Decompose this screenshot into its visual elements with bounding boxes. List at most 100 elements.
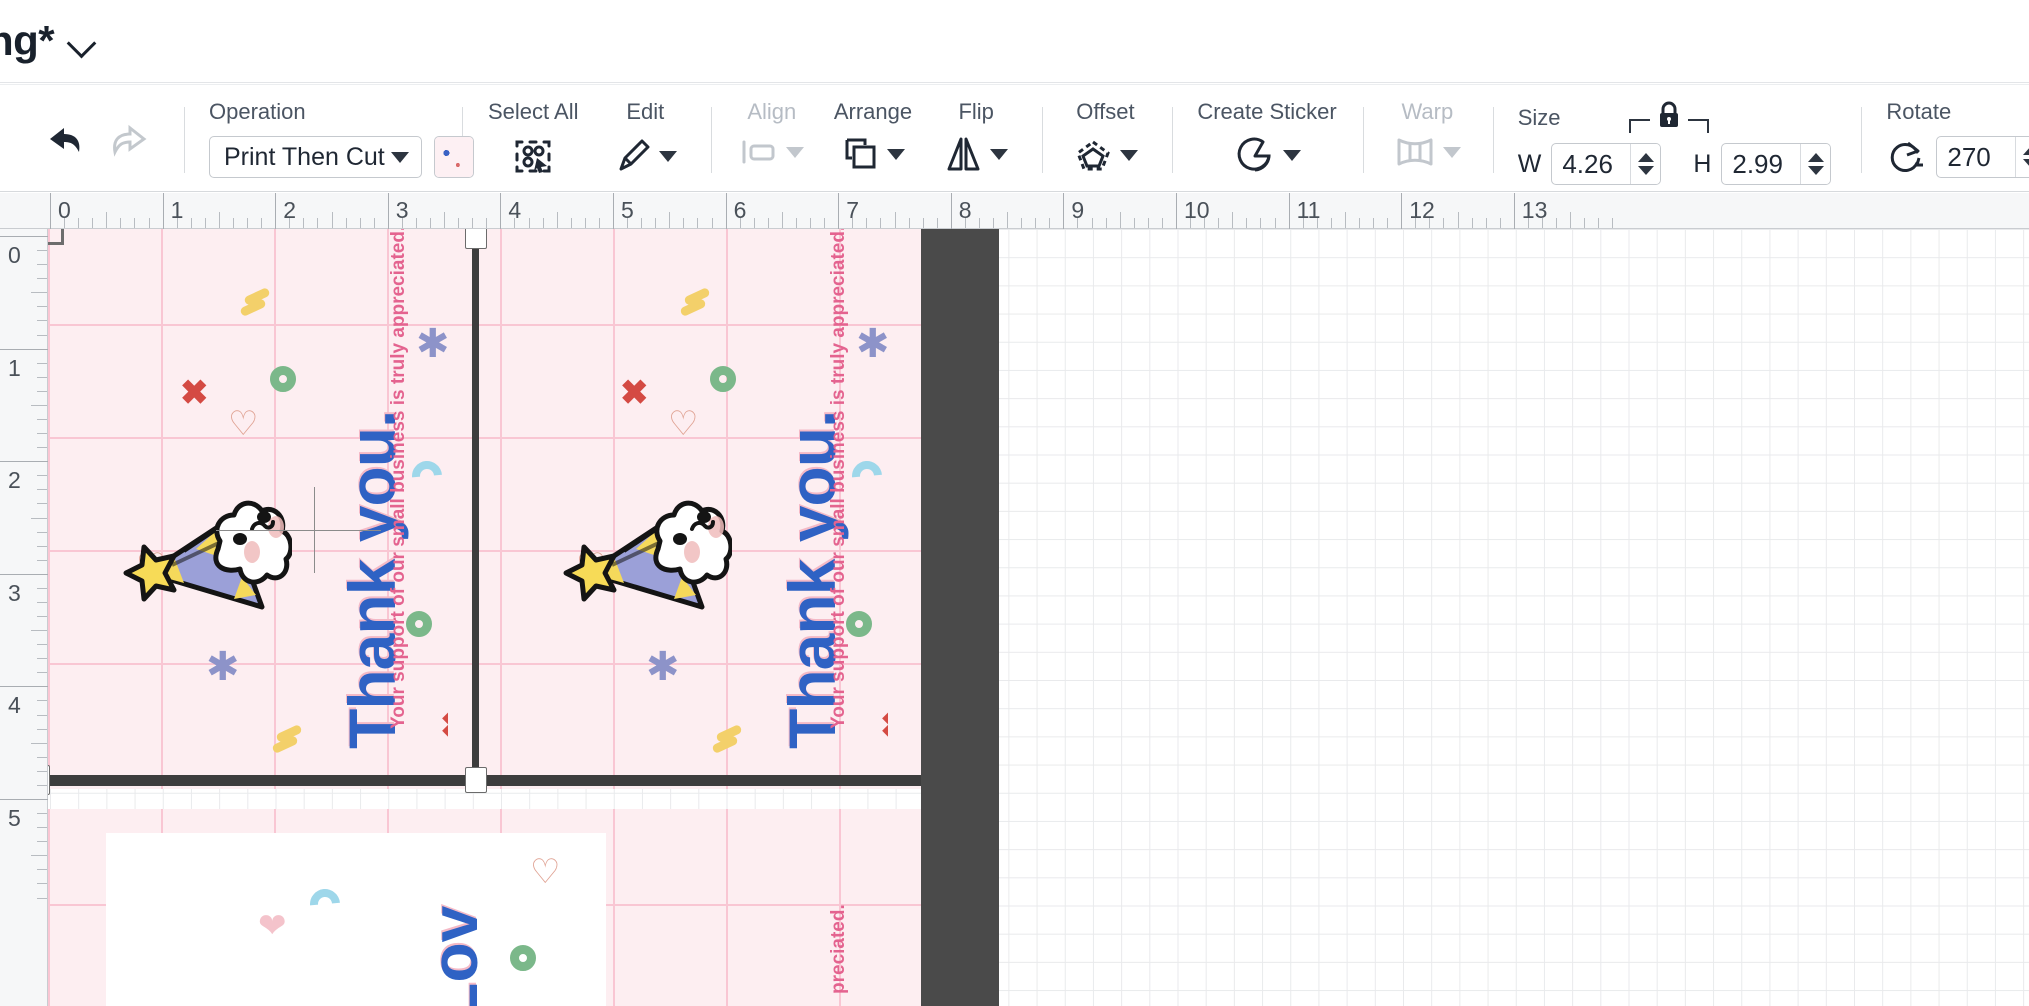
rotate-field[interactable] [1936, 136, 2029, 178]
ruler-label: 0 [8, 242, 21, 268]
ruler-label: 1 [8, 354, 21, 381]
ruler-tick-minor [683, 218, 685, 228]
ruler-tick-minor [37, 362, 47, 364]
ruler-tick-minor [37, 728, 47, 730]
sticker-card-2[interactable]: ✖ ♡ ♡ ✱ ✱ ✖ [488, 229, 888, 784]
confetti-ring [710, 366, 736, 392]
chevron-down-icon[interactable] [1120, 149, 1139, 161]
rotate-input[interactable] [1937, 137, 2016, 177]
selection-handle-bottom[interactable] [465, 767, 487, 793]
confetti-ring [270, 366, 296, 392]
horizontal-ruler[interactable]: 0 1 2 3 4 5 6 7 8 9 10 11 12 13 [0, 193, 2029, 229]
ruler-tick-major [0, 573, 48, 575]
warp-icon [1393, 136, 1437, 168]
rotate-stepper[interactable] [2015, 137, 2029, 177]
design-canvas[interactable]: ❤ ♡ ✖ Lov ✖ ♡ ♡ ✱ ✱ ✖ [48, 229, 2029, 1006]
selection-handle-top[interactable] [465, 229, 487, 249]
ruler-tick-minor [810, 218, 812, 228]
ruler-tick-minor [936, 218, 938, 228]
ruler-tick-minor [1471, 218, 1473, 228]
offset-label: Offset [1076, 99, 1135, 124]
height-field[interactable] [1721, 143, 1832, 185]
size-group: Size W H [1494, 85, 1832, 185]
ruler-tick-minor [37, 334, 47, 336]
ruler-tick-minor [1415, 218, 1417, 228]
arrange-button[interactable]: Arrange [828, 85, 919, 172]
ruler-tick-major [1513, 193, 1515, 229]
ruler-tick-minor [37, 601, 47, 603]
ruler-tick-minor [993, 218, 995, 228]
ruler-tick-minor [37, 883, 47, 885]
vertical-ruler[interactable]: 0 1 2 3 4 5 [0, 229, 48, 1006]
selection-corner-top-left[interactable] [48, 229, 64, 245]
ruler-tick-minor [37, 770, 47, 772]
ruler-tick-minor [289, 218, 291, 228]
page-title: ng* [0, 17, 55, 64]
aspect-lock[interactable] [1605, 101, 1733, 135]
ruler-tick-minor [781, 212, 783, 228]
chevron-down-icon[interactable] [659, 150, 678, 162]
operation-color-swatch[interactable] [433, 136, 474, 178]
selection-handle-left[interactable] [48, 765, 50, 795]
ruler-tick-minor [1584, 218, 1586, 228]
ruler-tick-minor [190, 218, 192, 228]
ruler-tick-major [1176, 193, 1177, 229]
ruler-tick-minor [1007, 212, 1009, 228]
operation-select[interactable]: Print Then Cut [209, 136, 422, 178]
ruler-tick-minor [31, 855, 47, 857]
ruler-tick-minor [204, 218, 206, 228]
ruler-tick-minor [570, 218, 572, 228]
ruler-tick-minor [37, 756, 47, 758]
undo-icon[interactable] [38, 119, 84, 159]
ruler-tick-minor [444, 212, 446, 228]
width-stepper[interactable] [1630, 144, 1661, 184]
ruler-tick-minor [1556, 218, 1558, 228]
toolbar-divider [1041, 107, 1043, 173]
ruler-tick-minor [78, 218, 80, 228]
ruler-tick-minor [31, 292, 47, 294]
rotate-label: Rotate [1886, 99, 1952, 124]
select-all-button[interactable]: Select All [483, 85, 584, 176]
flip-icon [944, 136, 984, 172]
party-hat-cat-icon [122, 479, 292, 669]
ruler-label: 4 [8, 692, 21, 719]
ruler-tick-minor [37, 264, 47, 266]
object-center-crosshair-h [216, 530, 381, 531]
ruler-tick-minor [37, 616, 47, 618]
chevron-down-icon[interactable] [990, 148, 1009, 160]
ruler-tick-minor [37, 278, 47, 280]
ruler-tick-minor [64, 218, 66, 228]
height-input[interactable] [1722, 144, 1801, 184]
chevron-down-icon[interactable] [886, 148, 905, 160]
ruler-tick-minor [218, 212, 220, 228]
confetti-heart-outline: ♡ [668, 405, 699, 443]
ruler-tick-minor [1246, 218, 1248, 228]
rotate-icon[interactable] [1886, 138, 1926, 176]
selection-edge-vertical[interactable] [472, 229, 479, 780]
ruler-label: 13 [1521, 197, 1548, 223]
sticker-card-3[interactable]: ❤ ♡ ✖ Lov [106, 833, 606, 1006]
ruler-tick-minor [711, 218, 713, 228]
ruler-label: 2 [8, 467, 21, 494]
width-field[interactable] [1551, 143, 1662, 185]
ruler-tick-minor [880, 218, 882, 228]
offset-button[interactable]: Offset [1065, 85, 1146, 174]
flip-button[interactable]: Flip [936, 85, 1015, 172]
project-title-menu[interactable]: ng* [0, 20, 98, 62]
ruler-tick-minor [345, 218, 347, 228]
ruler-tick-minor [1443, 218, 1445, 228]
toolbar-divider [1171, 107, 1173, 173]
object-center-crosshair-v [314, 487, 315, 573]
ruler-tick-major [950, 193, 952, 229]
chevron-down-icon[interactable] [68, 33, 98, 49]
warp-button: Warp [1386, 85, 1469, 168]
height-stepper[interactable] [1800, 144, 1831, 184]
sticker-card-1[interactable]: ✖ ♡ ♡ ✱ ✱ ✖ [48, 229, 448, 784]
lock-closed-icon[interactable] [1649, 101, 1688, 129]
edit-button[interactable]: Edit [606, 85, 685, 176]
chevron-down-icon[interactable] [1283, 149, 1301, 161]
ruler-tick-minor [584, 218, 586, 228]
width-input[interactable] [1552, 144, 1631, 184]
edit-toolbar: Operation Print Then Cut Select All Edit… [0, 84, 2029, 192]
create-sticker-button[interactable]: Create Sticker [1197, 85, 1337, 174]
